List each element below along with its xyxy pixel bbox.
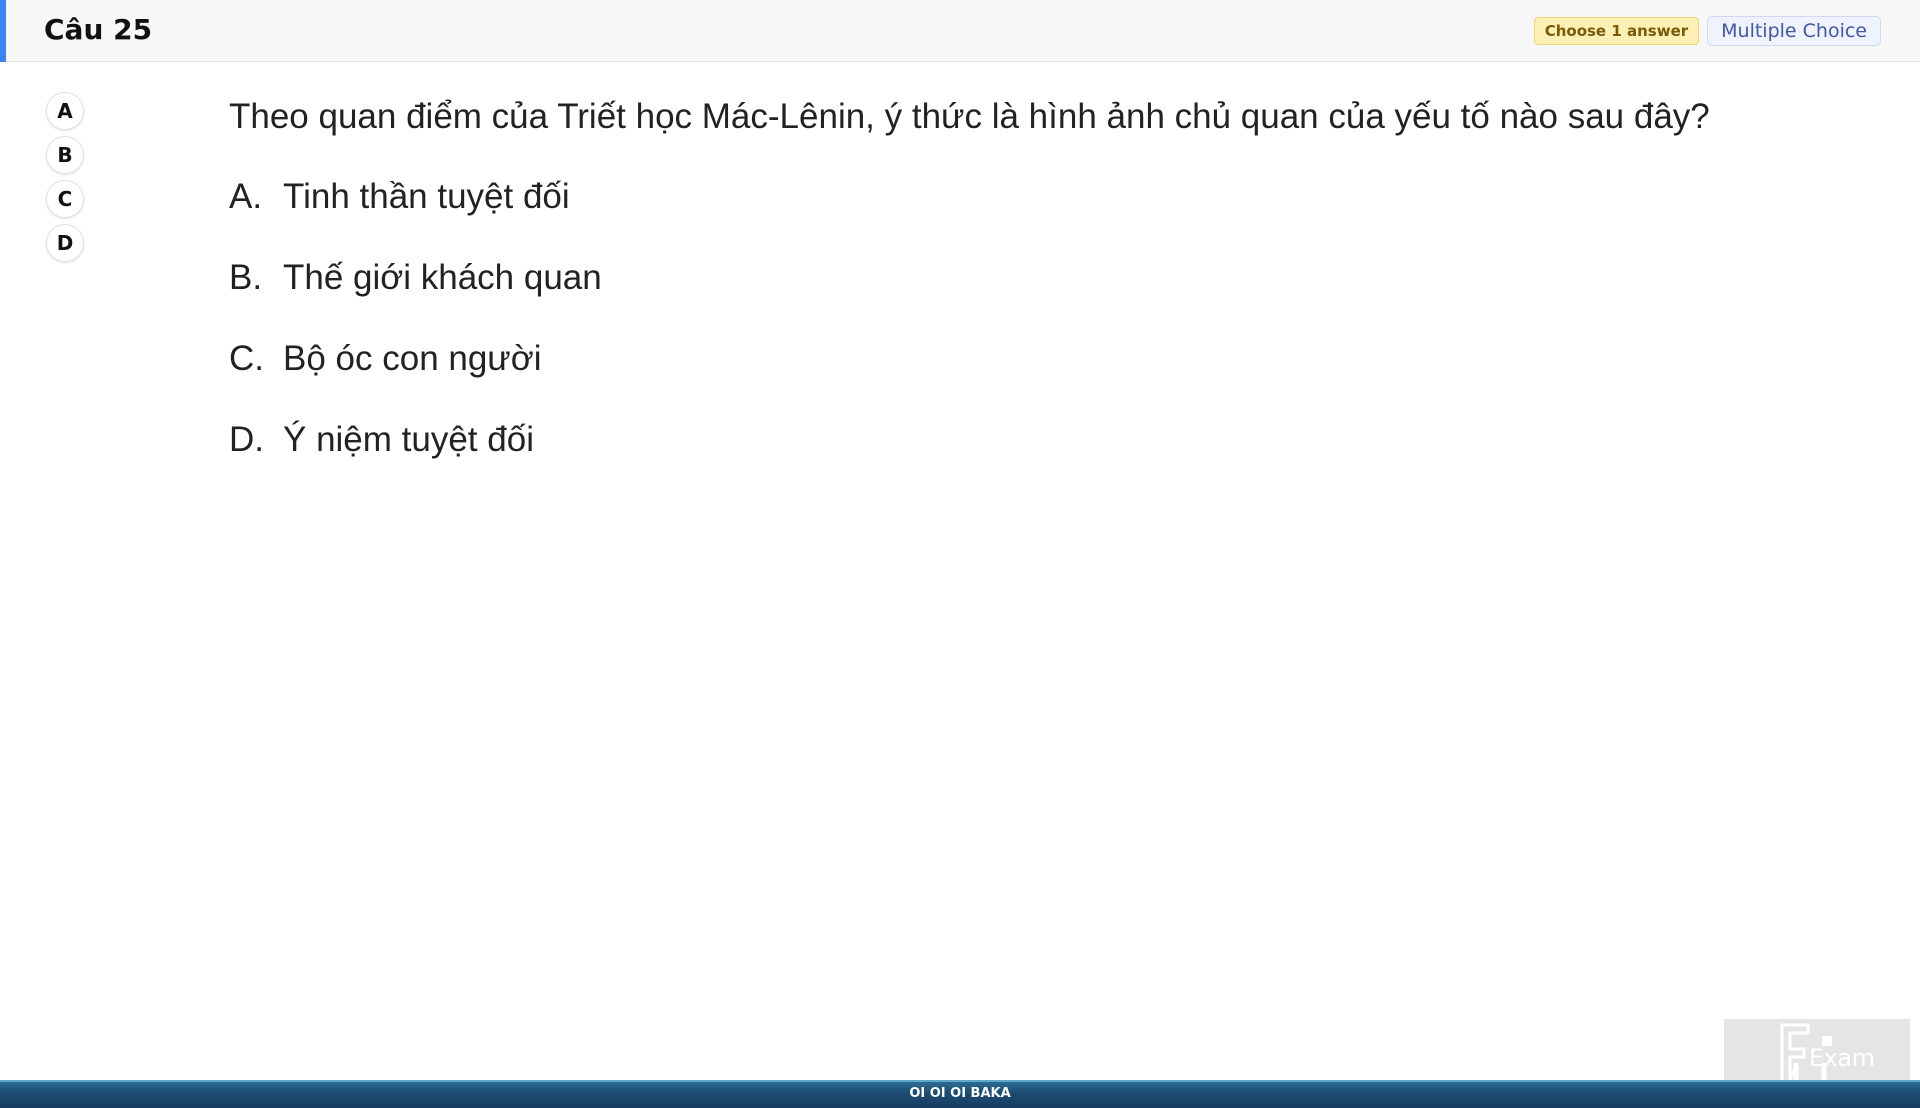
option-d[interactable]: D. Ý niệm tuyệt đối [229, 419, 602, 500]
option-letter: C. [229, 339, 264, 378]
logo-exam-text: Exam [1809, 1044, 1875, 1072]
answer-selector: A B C D [46, 92, 84, 262]
option-b[interactable]: B. Thế giới khách quan [229, 257, 602, 338]
choose-count-badge: Choose 1 answer [1533, 17, 1700, 45]
option-letter: D. [229, 420, 264, 459]
option-text: Tinh thần tuyệt đối [283, 177, 570, 216]
answer-button-b[interactable]: B [46, 136, 84, 174]
option-letter: B. [229, 258, 263, 297]
question-header: Câu 25 Choose 1 answer Multiple Choice [0, 0, 1920, 62]
exam-page: Câu 25 Choose 1 answer Multiple Choice A… [0, 0, 1920, 1108]
question-number-title: Câu 25 [44, 13, 153, 46]
question-badges: Choose 1 answer Multiple Choice [1533, 16, 1881, 46]
question-text: Theo quan điểm của Triết học Mác-Lênin, … [229, 97, 1710, 136]
option-list: A. Tinh thần tuyệt đối B. Thế giới khách… [229, 176, 602, 500]
option-a[interactable]: A. Tinh thần tuyệt đối [229, 176, 602, 257]
answer-button-c[interactable]: C [46, 180, 84, 218]
option-text: Ý niệm tuyệt đối [283, 420, 534, 459]
footer-text: OI OI OI BAKA [909, 1086, 1011, 1101]
option-text: Thế giới khách quan [283, 258, 602, 297]
question-type-badge: Multiple Choice [1707, 16, 1881, 46]
answer-button-d[interactable]: D [46, 224, 84, 262]
option-c[interactable]: C. Bộ óc con người [229, 338, 602, 419]
header-accent-bar [0, 0, 6, 62]
answer-button-a[interactable]: A [46, 92, 84, 130]
option-letter: A. [229, 177, 263, 216]
option-text: Bộ óc con người [283, 339, 542, 378]
